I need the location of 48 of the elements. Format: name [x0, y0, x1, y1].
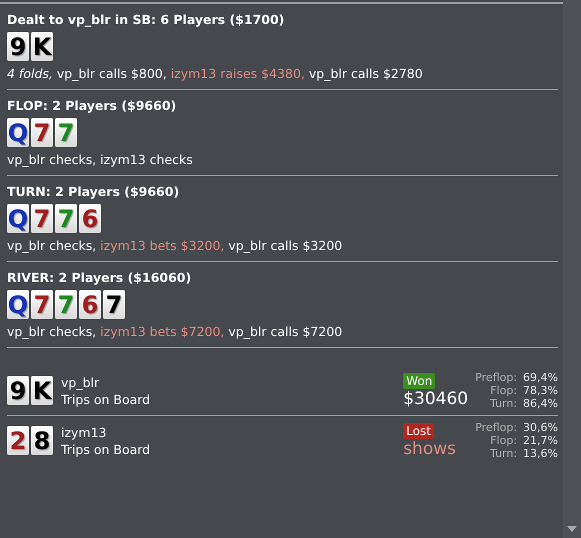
playing-card: 6	[79, 290, 101, 319]
equity-value: 78,3%	[523, 384, 558, 397]
equity-label: Preflop:	[475, 421, 518, 434]
equity-value: 13,6%	[523, 447, 558, 460]
scrollbar[interactable]	[563, 0, 581, 538]
player-name: izym13	[61, 424, 108, 440]
playing-card: 6	[79, 204, 101, 233]
playing-card: Q	[7, 290, 29, 319]
equity-label: Preflop:	[475, 371, 518, 384]
playing-card: 8	[31, 426, 53, 455]
action-line: vp_blr checks, izym13 checks	[7, 152, 194, 167]
equity-value: 30,6%	[523, 421, 558, 434]
equity-value: 21,7%	[523, 434, 558, 447]
playing-card: K	[31, 376, 53, 405]
action-line: 4 folds, vp_blr calls $800, izym13 raises $4380, vp_blr calls $2780	[7, 66, 424, 81]
scroll-down-icon	[567, 526, 577, 532]
result-amount: $30460	[403, 388, 468, 408]
playing-card: 7	[31, 204, 53, 233]
outcome-badge: Won	[403, 372, 436, 388]
playing-card: 7	[55, 118, 77, 147]
outcome-badge: Lost	[403, 422, 434, 438]
street-title: FLOP: 2 Players ($9660)	[7, 98, 178, 113]
playing-card: 7	[31, 118, 53, 147]
equity-label: Flop:	[489, 384, 518, 397]
playing-card: 9	[7, 32, 29, 61]
playing-card: 7	[55, 204, 77, 233]
equity-label: Flop:	[489, 434, 518, 447]
playing-card: 9	[7, 376, 29, 405]
street-title: Dealt to vp_blr in SB: 6 Players ($1700)	[7, 12, 286, 27]
playing-card: 7	[55, 290, 77, 319]
equity-label: Turn:	[489, 397, 518, 410]
equity-value: 69,4%	[523, 371, 558, 384]
playing-card: 2	[7, 426, 29, 455]
hand-description: Trips on Board	[61, 442, 152, 456]
action-line: vp_blr checks, izym13 bets $7200, vp_blr calls $7200	[7, 324, 344, 339]
player-name: vp_blr	[61, 374, 100, 390]
playing-card: Q	[7, 118, 29, 147]
equity-value: 86,4%	[523, 397, 558, 410]
street-title: TURN: 2 Players ($9660)	[7, 184, 180, 199]
playing-card: K	[31, 32, 53, 61]
equity-label: Turn:	[489, 447, 518, 460]
playing-card: 7	[103, 290, 125, 319]
playing-card: Q	[7, 204, 29, 233]
playing-card: 7	[31, 290, 53, 319]
street-title: RIVER: 2 Players ($16060)	[7, 270, 192, 285]
hand-description: Trips on Board	[61, 392, 152, 406]
action-line: vp_blr checks, izym13 bets $3200, vp_blr calls $3200	[7, 238, 344, 253]
result-amount: shows	[403, 438, 456, 458]
